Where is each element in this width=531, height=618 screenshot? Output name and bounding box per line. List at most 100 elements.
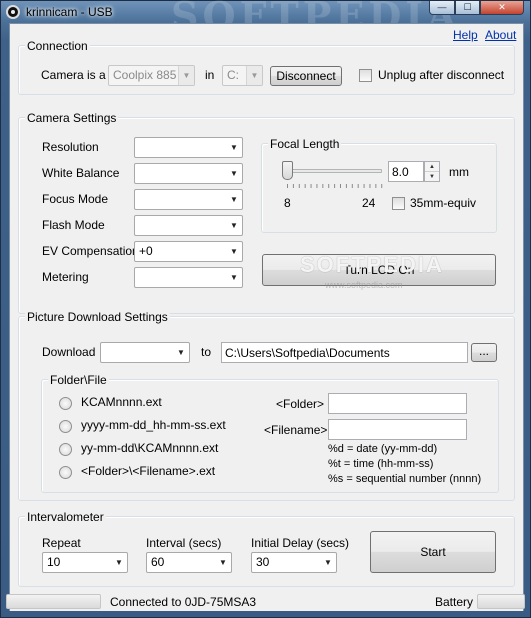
unplug-checkbox[interactable]: [359, 69, 372, 82]
flash-mode-select[interactable]: ▼: [134, 215, 243, 236]
equiv-checkbox[interactable]: [392, 197, 405, 210]
camera-model-value: Coolpix 885: [113, 68, 177, 82]
repeat-select[interactable]: 10 ▼: [42, 552, 128, 573]
folder-input[interactable]: [328, 393, 467, 414]
focal-spin-buttons[interactable]: ▲ ▼: [424, 161, 440, 182]
close-button[interactable]: ✕: [480, 1, 524, 15]
focal-max-label: 24: [362, 196, 376, 210]
focal-slider-track: [286, 169, 382, 173]
ev-compensation-label: EV Compensation: [42, 244, 139, 258]
format-option-1: KCAMnnnn.ext: [81, 395, 162, 409]
format-option-4: <Folder>\<Filename>.ext: [81, 464, 216, 478]
equiv-label: 35mm-equiv: [410, 196, 477, 210]
camera-icon: [6, 5, 20, 19]
folder-file-group: Folder\File KCAMnnnn.ext yyyy-mm-dd_hh-m…: [41, 373, 499, 493]
filename-input[interactable]: [328, 419, 467, 440]
browse-button[interactable]: ...: [471, 343, 497, 362]
chevron-down-icon: ▼: [230, 169, 238, 178]
chevron-down-icon: ▼: [115, 558, 123, 567]
legend-time: %t = time (hh-mm-ss): [328, 458, 434, 470]
app-window: krinnicam - USB SOFTPEDIA — ☐ ✕ Help Abo…: [0, 0, 531, 618]
focal-value-input[interactable]: 8.0: [388, 161, 424, 182]
port-select[interactable]: C: ▼: [222, 65, 263, 86]
connection-status: Connected to 0JD-75MSA3: [110, 595, 257, 609]
intervalometer-title: Intervalometer: [25, 510, 106, 524]
resolution-select[interactable]: ▼: [134, 137, 243, 158]
camera-settings-group: Camera Settings Resolution ▼ White Balan…: [18, 111, 515, 314]
folder-label: <Folder>: [276, 397, 325, 411]
download-group: Picture Download Settings Download ▼ to …: [18, 310, 515, 501]
to-label: to: [201, 345, 212, 359]
initial-delay-label: Initial Delay (secs): [251, 536, 350, 550]
maximize-button[interactable]: ☐: [455, 1, 480, 15]
port-value: C:: [227, 68, 239, 82]
folder-file-title: Folder\File: [48, 373, 109, 387]
format-radio-1[interactable]: [59, 397, 72, 410]
camera-settings-title: Camera Settings: [25, 111, 119, 125]
camera-model-select[interactable]: Coolpix 885 ▼: [108, 65, 195, 86]
repeat-label: Repeat: [42, 536, 81, 550]
focus-mode-select[interactable]: ▼: [134, 189, 243, 210]
connection-group: Connection Camera is a Coolpix 885 ▼ in …: [18, 39, 515, 95]
focal-min-label: 8: [284, 196, 291, 210]
disconnect-button[interactable]: Disconnect: [270, 66, 342, 86]
initial-delay-value: 30: [256, 555, 270, 569]
connection-title: Connection: [25, 39, 90, 53]
format-radio-2[interactable]: [59, 420, 72, 433]
unplug-label: Unplug after disconnect: [378, 68, 505, 82]
filename-label: <Filename>: [264, 423, 328, 437]
interval-select[interactable]: 60 ▼: [146, 552, 232, 573]
focus-mode-label: Focus Mode: [42, 192, 109, 206]
repeat-value: 10: [47, 555, 61, 569]
spin-down-icon[interactable]: ▼: [425, 172, 439, 182]
interval-value: 60: [151, 555, 165, 569]
chevron-down-icon: ▼: [219, 558, 227, 567]
intervalometer-group: Intervalometer Repeat 10 ▼ Interval (sec…: [18, 510, 515, 587]
legend-sequence: %s = sequential number (nnnn): [328, 473, 482, 485]
chevron-down-icon: ▼: [230, 221, 238, 230]
chevron-down-icon: ▼: [230, 247, 238, 256]
start-button[interactable]: Start: [370, 531, 496, 573]
help-link[interactable]: Help: [453, 28, 478, 42]
resolution-label: Resolution: [42, 140, 99, 154]
focal-unit: mm: [449, 165, 469, 179]
title-bar[interactable]: krinnicam - USB SOFTPEDIA — ☐ ✕: [1, 0, 530, 38]
chevron-down-icon: ▼: [230, 273, 238, 282]
initial-delay-select[interactable]: 30 ▼: [251, 552, 337, 573]
metering-label: Metering: [42, 270, 89, 284]
download-title: Picture Download Settings: [25, 310, 170, 324]
metering-select[interactable]: ▼: [134, 267, 243, 288]
ev-compensation-value: +0: [139, 244, 153, 258]
ev-compensation-select[interactable]: +0 ▼: [134, 241, 243, 262]
download-path-input[interactable]: C:\Users\Softpedia\Documents: [221, 342, 468, 363]
spin-up-icon[interactable]: ▲: [425, 162, 439, 172]
client-area: Help About Connection Camera is a Coolpi…: [6, 23, 525, 611]
chevron-down-icon: ▼: [177, 348, 185, 357]
download-label: Download: [42, 345, 96, 359]
flash-mode-label: Flash Mode: [42, 218, 105, 232]
focal-length-title: Focal Length: [268, 137, 342, 151]
download-select[interactable]: ▼: [100, 342, 190, 363]
status-progress-left: [6, 594, 101, 609]
chevron-down-icon: ▼: [230, 143, 238, 152]
format-radio-3[interactable]: [59, 443, 72, 456]
battery-label: Battery: [435, 595, 474, 609]
white-balance-select[interactable]: ▼: [134, 163, 243, 184]
chevron-down-icon: ▼: [324, 558, 332, 567]
chevron-down-icon: ▼: [246, 66, 262, 85]
chevron-down-icon: ▼: [178, 66, 194, 85]
format-option-3: yy-mm-dd\KCAMnnnn.ext: [81, 441, 219, 455]
about-link[interactable]: About: [485, 28, 516, 42]
turn-lcd-button[interactable]: Turn LCD On: [262, 254, 496, 286]
focal-slider-thumb[interactable]: [282, 161, 293, 180]
camera-label: Camera is a: [41, 68, 106, 82]
white-balance-label: White Balance: [42, 166, 120, 180]
in-label: in: [205, 68, 215, 82]
battery-meter: [477, 594, 525, 609]
format-radio-4[interactable]: [59, 466, 72, 479]
focal-length-group: Focal Length 8.0 ▲ ▼ mm 8 24 35mm-equiv: [261, 137, 497, 233]
minimize-button[interactable]: —: [429, 1, 455, 15]
legend-date: %d = date (yy-mm-dd): [328, 443, 438, 455]
status-bar: Connected to 0JD-75MSA3 Battery: [6, 592, 525, 611]
focal-slider-ticks: [287, 184, 383, 188]
